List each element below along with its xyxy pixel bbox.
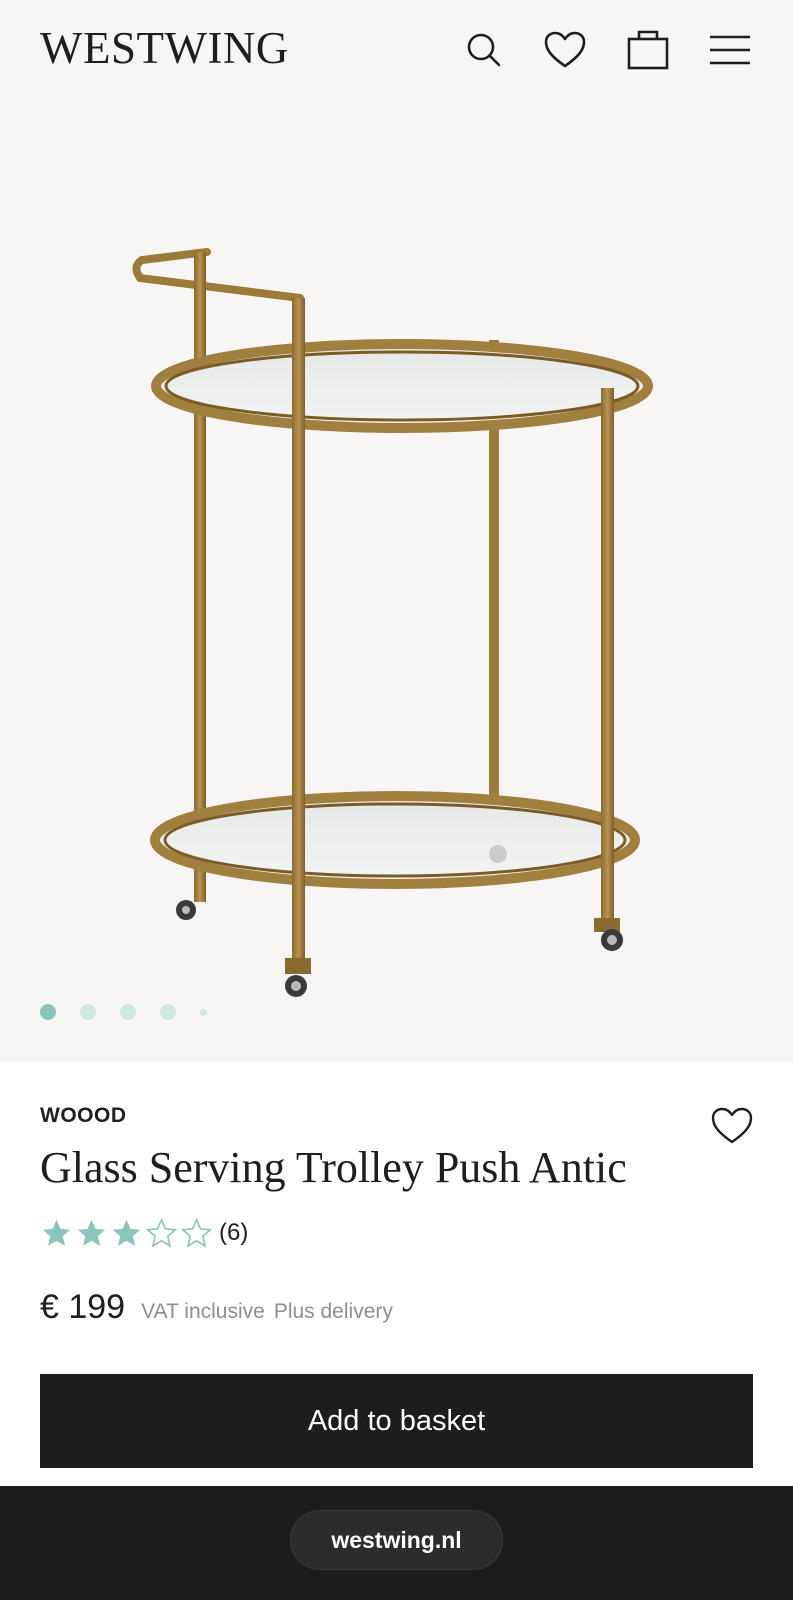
gallery-dot-5[interactable] bbox=[200, 1008, 207, 1016]
product-gallery[interactable] bbox=[0, 100, 793, 1062]
product-brand[interactable]: WOOOD bbox=[40, 1104, 127, 1128]
add-to-wishlist-button[interactable] bbox=[708, 1102, 756, 1150]
menu-icon bbox=[710, 35, 750, 65]
wishlist-button[interactable] bbox=[543, 28, 587, 72]
search-icon bbox=[467, 33, 501, 67]
gallery-pagination bbox=[40, 1004, 231, 1020]
search-button[interactable] bbox=[462, 28, 506, 72]
star-filled-icon bbox=[77, 1219, 106, 1246]
product-title: Glass Serving Trolley Push Antic bbox=[40, 1143, 627, 1192]
product-price: € 199 bbox=[40, 1288, 126, 1326]
delivery-note[interactable]: Plus delivery bbox=[274, 1300, 393, 1324]
vat-note: VAT inclusive bbox=[141, 1300, 265, 1323]
gallery-dot-1[interactable] bbox=[40, 1004, 56, 1020]
westwing-logo[interactable]: WESTWING bbox=[40, 22, 289, 74]
star-filled-icon bbox=[42, 1219, 71, 1246]
gallery-dot-3[interactable] bbox=[120, 1004, 136, 1020]
product-image bbox=[132, 248, 653, 997]
add-to-basket-button[interactable]: Add to basket bbox=[40, 1374, 753, 1468]
gallery-dot-2[interactable] bbox=[80, 1004, 96, 1020]
menu-button[interactable] bbox=[708, 28, 752, 72]
product-rating[interactable]: (6) bbox=[40, 1215, 248, 1251]
site-header: WESTWING bbox=[0, 0, 793, 100]
star-empty-icon bbox=[180, 1217, 213, 1248]
rating-count: (6) bbox=[219, 1219, 249, 1246]
basket-button[interactable] bbox=[626, 28, 670, 72]
address-bar[interactable]: westwing.nl bbox=[290, 1510, 503, 1570]
price-row: € 199 VAT inclusive Plus delivery bbox=[40, 1288, 393, 1327]
heart-icon bbox=[711, 1107, 753, 1144]
star-empty-icon bbox=[145, 1217, 178, 1248]
bag-icon bbox=[627, 30, 669, 70]
heart-icon bbox=[544, 31, 586, 68]
gallery-dot-4[interactable] bbox=[160, 1004, 176, 1020]
star-filled-icon bbox=[112, 1219, 141, 1246]
browser-bottom-bar: westwing.nl bbox=[0, 1486, 793, 1600]
